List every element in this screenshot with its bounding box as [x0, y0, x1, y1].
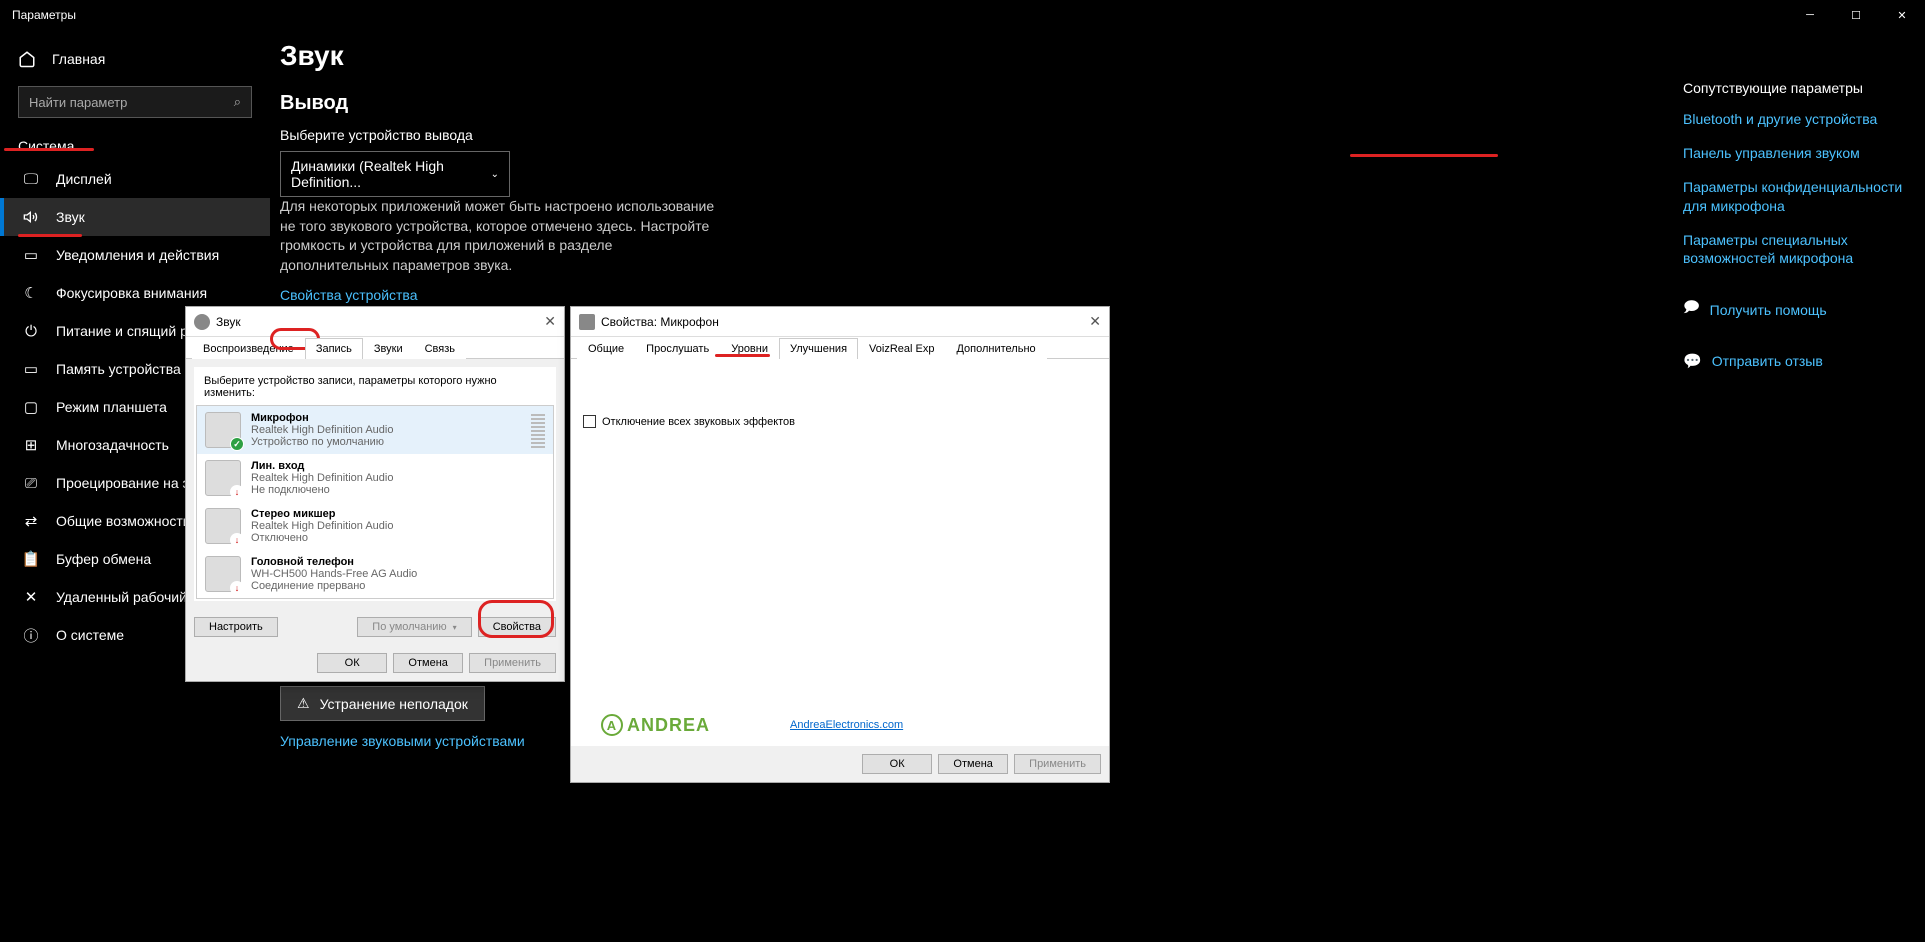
troubleshoot-button[interactable]: ⚠ Устранение неполадок — [280, 686, 485, 721]
device-list: ✓ Микрофон Realtek High Definition Audio… — [196, 405, 554, 599]
props-titlebar: Свойства: Микрофон ✕ — [571, 307, 1109, 337]
sound-dialog-close[interactable]: ✕ — [544, 313, 556, 330]
clip-icon: 📋 — [22, 550, 40, 568]
rdp-icon: ✕ — [22, 588, 40, 606]
related-mic-privacy[interactable]: Параметры конфиденциальности для микрофо… — [1683, 178, 1907, 214]
storage-icon: ▭ — [22, 360, 40, 378]
chevron-down-icon: ⌄ — [491, 169, 499, 180]
warn-icon: ⚠ — [297, 695, 310, 712]
props-cancel-button[interactable]: Отмена — [938, 754, 1008, 774]
tab-playback[interactable]: Воспроизведение — [192, 338, 305, 359]
display-icon: 🖵 — [22, 170, 40, 188]
minimize-button[interactable]: ─ — [1787, 0, 1833, 30]
output-device-label: Выберите устройство вывода — [280, 127, 1180, 143]
down-badge: ↓ — [230, 581, 244, 595]
page-title: Звук — [280, 40, 1180, 72]
cancel-button[interactable]: Отмена — [393, 653, 463, 673]
home-label: Главная — [52, 51, 105, 67]
sound-dialog-title: Звук — [216, 315, 241, 329]
headset-icon: ↓ — [205, 556, 241, 592]
tab-general[interactable]: Общие — [577, 338, 635, 359]
about-icon: ⓘ — [22, 626, 40, 644]
speaker-icon — [194, 314, 210, 330]
search-placeholder: Найти параметр — [29, 95, 127, 110]
project-icon: ⎚ — [22, 474, 40, 492]
get-help-link[interactable]: 🗩 Получить помощь — [1683, 297, 1907, 322]
checkmark-badge: ✓ — [230, 437, 244, 451]
properties-button[interactable]: Свойства — [478, 617, 556, 637]
sound-tabstrip: Воспроизведение Запись Звуки Связь — [186, 337, 564, 359]
feedback-link[interactable]: 💬 Отправить отзыв — [1683, 352, 1907, 370]
notify-icon: ▭ — [22, 246, 40, 264]
power-icon: ⏻ — [22, 322, 40, 340]
nav-notifications[interactable]: ▭ Уведомления и действия — [0, 236, 270, 274]
mic-icon: ✓ — [205, 412, 241, 448]
stereomix-icon: ↓ — [205, 508, 241, 544]
device-properties-link[interactable]: Свойства устройства — [280, 287, 1180, 303]
search-input[interactable]: Найти параметр ⌕ — [18, 86, 252, 118]
props-title: Свойства: Микрофон — [601, 315, 719, 329]
device-microphone[interactable]: ✓ Микрофон Realtek High Definition Audio… — [197, 406, 553, 454]
sound-dialog-titlebar: Звук ✕ — [186, 307, 564, 337]
mic-props-dialog: Свойства: Микрофон ✕ Общие Прослушать Ур… — [570, 306, 1110, 783]
help-icon: 🗩 — [1683, 297, 1700, 322]
sound-dialog: Звук ✕ Воспроизведение Запись Звуки Связ… — [185, 306, 565, 682]
device-headset[interactable]: ↓ Головной телефон WH-CH500 Hands-Free A… — [197, 550, 553, 598]
tablet-icon: ▢ — [22, 398, 40, 416]
andrea-link[interactable]: AndreaElectronics.com — [790, 719, 903, 731]
default-button[interactable]: По умолчанию — [357, 617, 471, 637]
props-apply-button[interactable]: Применить — [1014, 754, 1101, 774]
mic-icon — [579, 314, 595, 330]
checkbox-icon — [583, 415, 596, 428]
home-icon — [18, 50, 36, 68]
related-bluetooth[interactable]: Bluetooth и другие устройства — [1683, 110, 1907, 128]
nav-sound[interactable]: Звук — [0, 198, 270, 236]
maximize-button[interactable]: ☐ — [1833, 0, 1879, 30]
group-system: Система — [0, 132, 270, 160]
device-linein[interactable]: ↓ Лин. вход Realtek High Definition Audi… — [197, 454, 553, 502]
tab-voizreal[interactable]: VoizReal Exp — [858, 338, 945, 359]
device-stereomix[interactable]: ↓ Стерео микшер Realtek High Definition … — [197, 502, 553, 550]
level-meter — [531, 412, 545, 448]
down-badge: ↓ — [230, 533, 244, 547]
tab-comm[interactable]: Связь — [414, 338, 466, 359]
tab-levels[interactable]: Уровни — [720, 338, 779, 359]
tab-advanced[interactable]: Дополнительно — [945, 338, 1046, 359]
nav-display[interactable]: 🖵 Дисплей — [0, 160, 270, 198]
tab-sounds[interactable]: Звуки — [363, 338, 414, 359]
andrea-logo-icon: A — [601, 714, 623, 736]
down-badge: ↓ — [230, 485, 244, 499]
home-nav[interactable]: Главная — [0, 40, 270, 78]
titlebar: Параметры ─ ☐ ✕ — [0, 0, 1925, 30]
output-section-title: Вывод — [280, 92, 1180, 115]
disable-effects-checkbox[interactable]: Отключение всех звуковых эффектов — [583, 415, 1097, 428]
recording-instruction: Выберите устройство записи, параметры ко… — [196, 369, 554, 405]
tab-listen[interactable]: Прослушать — [635, 338, 720, 359]
close-button[interactable]: ✕ — [1879, 0, 1925, 30]
linein-icon: ↓ — [205, 460, 241, 496]
sound-icon — [22, 208, 40, 226]
ok-button[interactable]: ОК — [317, 653, 387, 673]
related-panel: Сопутствующие параметры Bluetooth и друг… — [1665, 80, 1925, 382]
multi-icon: ⊞ — [22, 436, 40, 454]
focus-icon: ☾ — [22, 284, 40, 302]
apply-button[interactable]: Применить — [469, 653, 556, 673]
feedback-icon: 💬 — [1683, 352, 1702, 370]
tab-recording[interactable]: Запись — [305, 338, 363, 359]
related-sound-panel[interactable]: Панель управления звуком — [1683, 144, 1907, 162]
configure-button[interactable]: Настроить — [194, 617, 278, 637]
tab-enhancements[interactable]: Улучшения — [779, 338, 858, 359]
props-close[interactable]: ✕ — [1089, 313, 1101, 330]
related-mic-access[interactable]: Параметры специальных возможностей микро… — [1683, 231, 1907, 267]
search-icon: ⌕ — [234, 94, 241, 110]
andrea-logo: A ANDREA — [601, 714, 710, 736]
output-device-dropdown[interactable]: Динамики (Realtek High Definition... ⌄ — [280, 151, 510, 197]
andrea-branding: A ANDREA AndreaElectronics.com — [571, 714, 1109, 746]
shared-icon: ⇄ — [22, 512, 40, 530]
output-description: Для некоторых приложений может быть наст… — [280, 197, 720, 275]
window-title: Параметры — [12, 8, 76, 22]
props-ok-button[interactable]: ОК — [862, 754, 932, 774]
related-title: Сопутствующие параметры — [1683, 80, 1907, 96]
props-tabstrip: Общие Прослушать Уровни Улучшения VoizRe… — [571, 337, 1109, 359]
